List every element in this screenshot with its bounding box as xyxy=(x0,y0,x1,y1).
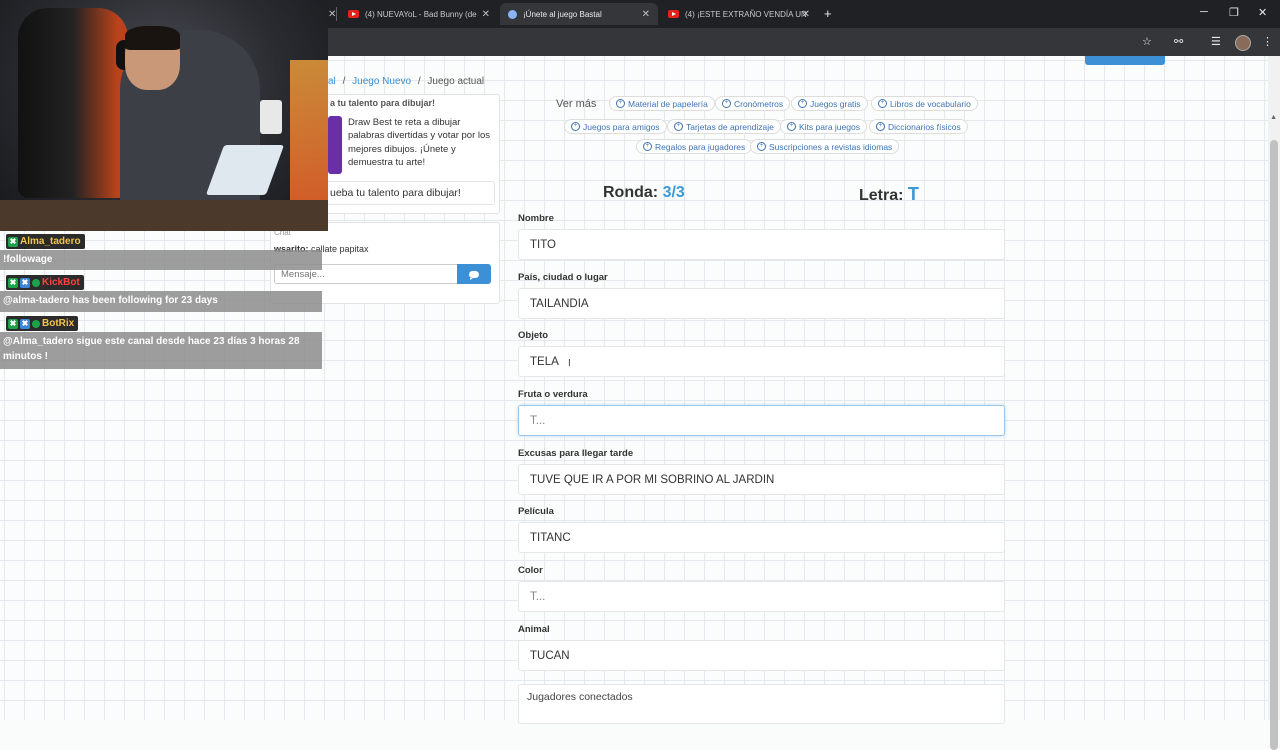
menu-icon[interactable]: ⋮ xyxy=(1262,35,1273,48)
field-label-pelicula: Película xyxy=(518,506,554,517)
stream-chat-user: ✖ ✖ KickBot xyxy=(6,275,84,290)
tab-title: (4) NUEVAYoL - Bad Bunny (de xyxy=(365,9,477,19)
field-pelicula[interactable] xyxy=(518,522,1005,553)
verified-icon xyxy=(32,278,40,287)
promo-image xyxy=(328,116,342,174)
webcam-desk xyxy=(0,200,328,231)
breadcrumb-separator: / xyxy=(417,76,421,87)
webcam-hair xyxy=(125,26,180,50)
link-chip[interactable]: Juegos gratis xyxy=(791,96,868,111)
globe-icon xyxy=(508,9,517,19)
bot-icon: ✖ xyxy=(20,277,30,288)
players-title: Jugadores conectados xyxy=(527,691,633,703)
maximize-button[interactable]: ❐ xyxy=(1229,6,1239,19)
field-excusas[interactable] xyxy=(518,464,1005,495)
profile-avatar[interactable] xyxy=(1235,35,1251,51)
field-label-pais: País, ciudad o lugar xyxy=(518,272,608,283)
stream-chat-text: @Alma_tadero sigue este canal desde hace… xyxy=(3,336,300,362)
chat-bubble-icon xyxy=(469,270,479,280)
bot-icon: ✖ xyxy=(20,318,30,329)
stream-chat-nick: Alma_tadero xyxy=(20,236,81,247)
star-icon[interactable]: ☆ xyxy=(1142,35,1152,48)
field-fruta[interactable] xyxy=(518,405,1005,436)
stream-chat-user: ✖ Alma_tadero xyxy=(6,234,85,249)
stream-chat-text: !followage xyxy=(3,254,53,265)
webcam-chair xyxy=(18,8,128,198)
link-chip[interactable]: Libros de vocabulario xyxy=(871,96,978,111)
field-color[interactable] xyxy=(518,581,1005,612)
webcam-overlay xyxy=(0,0,328,231)
tab-close-icon[interactable]: ✕ xyxy=(328,3,338,25)
youtube-icon xyxy=(348,10,359,18)
field-label-fruta: Fruta o verdura xyxy=(518,389,588,400)
round-label: Ronda: xyxy=(603,184,659,201)
tab-bastal[interactable]: ¡Únete al juego Bastal ✕ xyxy=(500,3,658,25)
breadcrumb: al / Juego Nuevo / Juego actual xyxy=(328,76,484,87)
stream-chat-message: @Alma_tadero sigue este canal desde hace… xyxy=(0,332,322,369)
stream-chat-nick: BotRix xyxy=(42,318,75,329)
field-label-objeto: Objeto xyxy=(518,330,549,341)
webcam-cup xyxy=(260,100,282,134)
close-icon[interactable]: ✕ xyxy=(642,9,650,20)
top-button[interactable] xyxy=(1085,56,1165,65)
new-tab-button[interactable]: + xyxy=(824,6,832,21)
field-label-color: Color xyxy=(518,565,543,576)
breadcrumb-home[interactable]: al xyxy=(328,76,336,87)
stream-chat-message: @alma-tadero has been following for 23 d… xyxy=(0,291,322,312)
link-chip[interactable]: Kits para juegos xyxy=(780,119,867,134)
chat-send-button[interactable] xyxy=(457,264,491,284)
stream-chat-nick: KickBot xyxy=(42,277,80,288)
field-pais[interactable] xyxy=(518,288,1005,319)
round-value: 3/3 xyxy=(662,184,685,201)
link-chip[interactable]: Suscripciones a revistas idiomas xyxy=(750,139,900,154)
close-icon[interactable]: ✕ xyxy=(482,9,490,20)
minimize-button[interactable]: ─ xyxy=(1200,6,1208,18)
tab-title: (4) ¡ESTE EXTRAÑO VENDÍA UN xyxy=(685,9,807,19)
verified-icon xyxy=(32,319,40,328)
field-objeto[interactable] xyxy=(518,346,1005,377)
link-chip[interactable]: Juegos para amigos xyxy=(564,119,667,134)
close-icon[interactable]: ✕ xyxy=(802,9,810,20)
tab-title: ¡Únete al juego Bastal xyxy=(523,9,602,19)
scroll-up-icon[interactable]: ▲ xyxy=(1270,114,1277,121)
link-chip[interactable]: Cronómetros xyxy=(715,96,791,111)
tab-badbunny[interactable]: (4) NUEVAYoL - Bad Bunny (de ✕ xyxy=(340,3,498,25)
field-label-nombre: Nombre xyxy=(518,213,554,224)
scrollbar[interactable]: ▲ xyxy=(1268,56,1280,750)
field-label-excusas: Excusas para llegar tarde xyxy=(518,448,634,459)
moderator-icon: ✖ xyxy=(8,277,18,288)
ver-mas-label: Ver más xyxy=(556,98,597,110)
letter-value: T xyxy=(907,184,919,204)
link-chip[interactable]: Tarjetas de aprendizaje xyxy=(667,119,781,134)
close-window-button[interactable]: ✕ xyxy=(1258,6,1267,19)
promo-title: a tu talento para dibujar! xyxy=(330,98,436,108)
letter-indicator: Letra: T xyxy=(859,184,919,205)
field-nombre[interactable] xyxy=(518,229,1005,260)
scroll-thumb[interactable] xyxy=(1270,140,1278,750)
webcam-light xyxy=(290,60,328,210)
breadcrumb-separator: / xyxy=(342,76,346,87)
link-chip[interactable]: Diccionarios físicos xyxy=(869,119,968,134)
youtube-icon xyxy=(668,10,679,18)
stream-chat-text: @alma-tadero has been following for 23 d… xyxy=(3,295,218,306)
field-animal[interactable] xyxy=(518,640,1005,671)
promo-text: Draw Best te reta a dibujar palabras div… xyxy=(348,117,491,168)
promo-button[interactable]: ueba tu talento para dibujar! xyxy=(326,181,495,205)
letter-label: Letra: xyxy=(859,187,904,204)
extension-icon[interactable]: ⚯ xyxy=(1174,35,1183,48)
players-panel xyxy=(518,684,1005,724)
link-chip[interactable]: Material de papelería xyxy=(609,96,715,111)
tab-extrano[interactable]: (4) ¡ESTE EXTRAÑO VENDÍA UN ✕ xyxy=(660,3,818,25)
moderator-icon: ✖ xyxy=(8,318,18,329)
round-indicator: Ronda: 3/3 xyxy=(603,184,685,202)
stream-chat-message: !followage xyxy=(0,250,322,270)
field-label-animal: Animal xyxy=(518,624,550,635)
moderator-icon: ✖ xyxy=(8,236,18,247)
stream-chat-user: ✖ ✖ BotRix xyxy=(6,316,79,331)
link-chip[interactable]: Regalos para jugadores xyxy=(636,139,753,154)
breadcrumb-new-game[interactable]: Juego Nuevo xyxy=(352,76,411,87)
text-cursor-icon: Ι xyxy=(568,358,571,369)
breadcrumb-current: Juego actual xyxy=(427,76,485,87)
media-icon[interactable]: ☰ xyxy=(1211,35,1221,48)
